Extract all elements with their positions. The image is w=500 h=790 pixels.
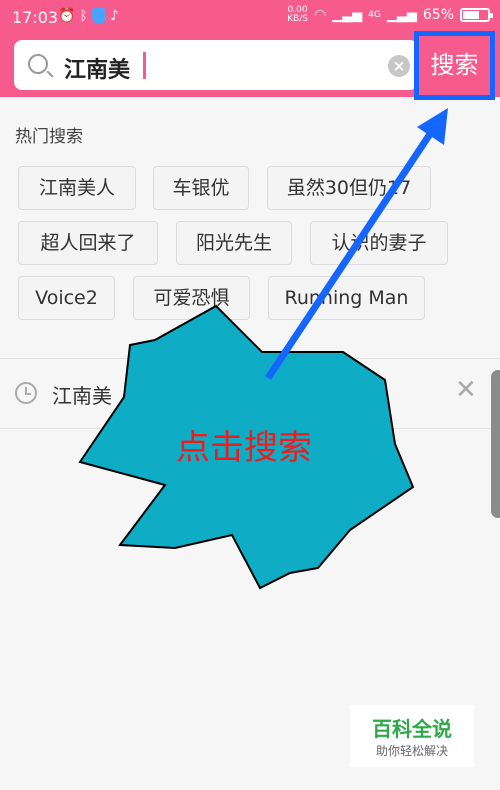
arrow-line bbox=[265, 126, 437, 380]
arrow-head-icon bbox=[417, 108, 448, 145]
watermark-logo: 百科全说 助你轻松解决 bbox=[350, 705, 474, 767]
watermark-slogan: 助你轻松解决 bbox=[375, 744, 448, 758]
watermark-brand: 百科全说 bbox=[372, 717, 452, 741]
annotation-overlay bbox=[78, 108, 448, 590]
annotation-label: 点击搜索 bbox=[176, 428, 312, 468]
